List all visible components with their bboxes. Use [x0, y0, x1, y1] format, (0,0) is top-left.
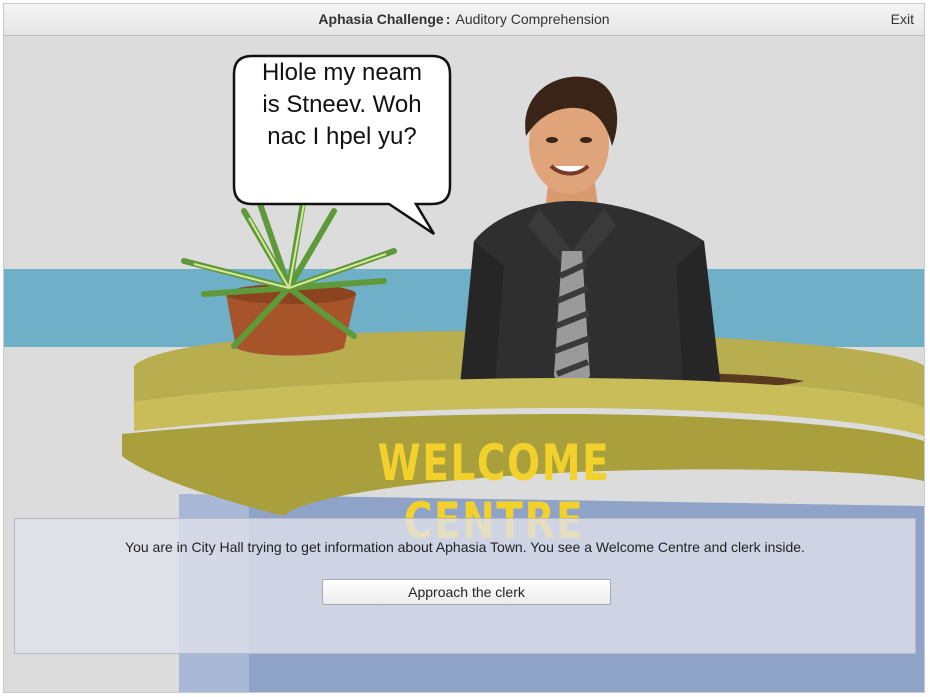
title-bar: Aphasia Challenge: Auditory Comprehensio… [4, 4, 924, 36]
speech-line-2: is Stneev. Woh [262, 91, 422, 118]
app-name: Aphasia Challenge [318, 11, 444, 27]
dialog-panel: You are in City Hall trying to get infor… [14, 518, 916, 654]
scene-description: You are in City Hall trying to get infor… [125, 539, 805, 555]
title-separator: : [445, 11, 451, 27]
speech-line-3: nac I hpel yu? [267, 123, 417, 150]
window-title: Aphasia Challenge: Auditory Comprehensio… [4, 11, 924, 27]
speech-line-1: Hlole my neam [261, 59, 423, 86]
activity-name: Auditory Comprehension [455, 11, 610, 27]
exit-button[interactable]: Exit [891, 11, 914, 27]
speech-bubble-text: Hlole my neam is Stneev. Woh nac I hpel … [232, 57, 452, 153]
app-window: Aphasia Challenge: Auditory Comprehensio… [3, 3, 925, 693]
approach-clerk-button[interactable]: Approach the clerk [322, 579, 611, 605]
